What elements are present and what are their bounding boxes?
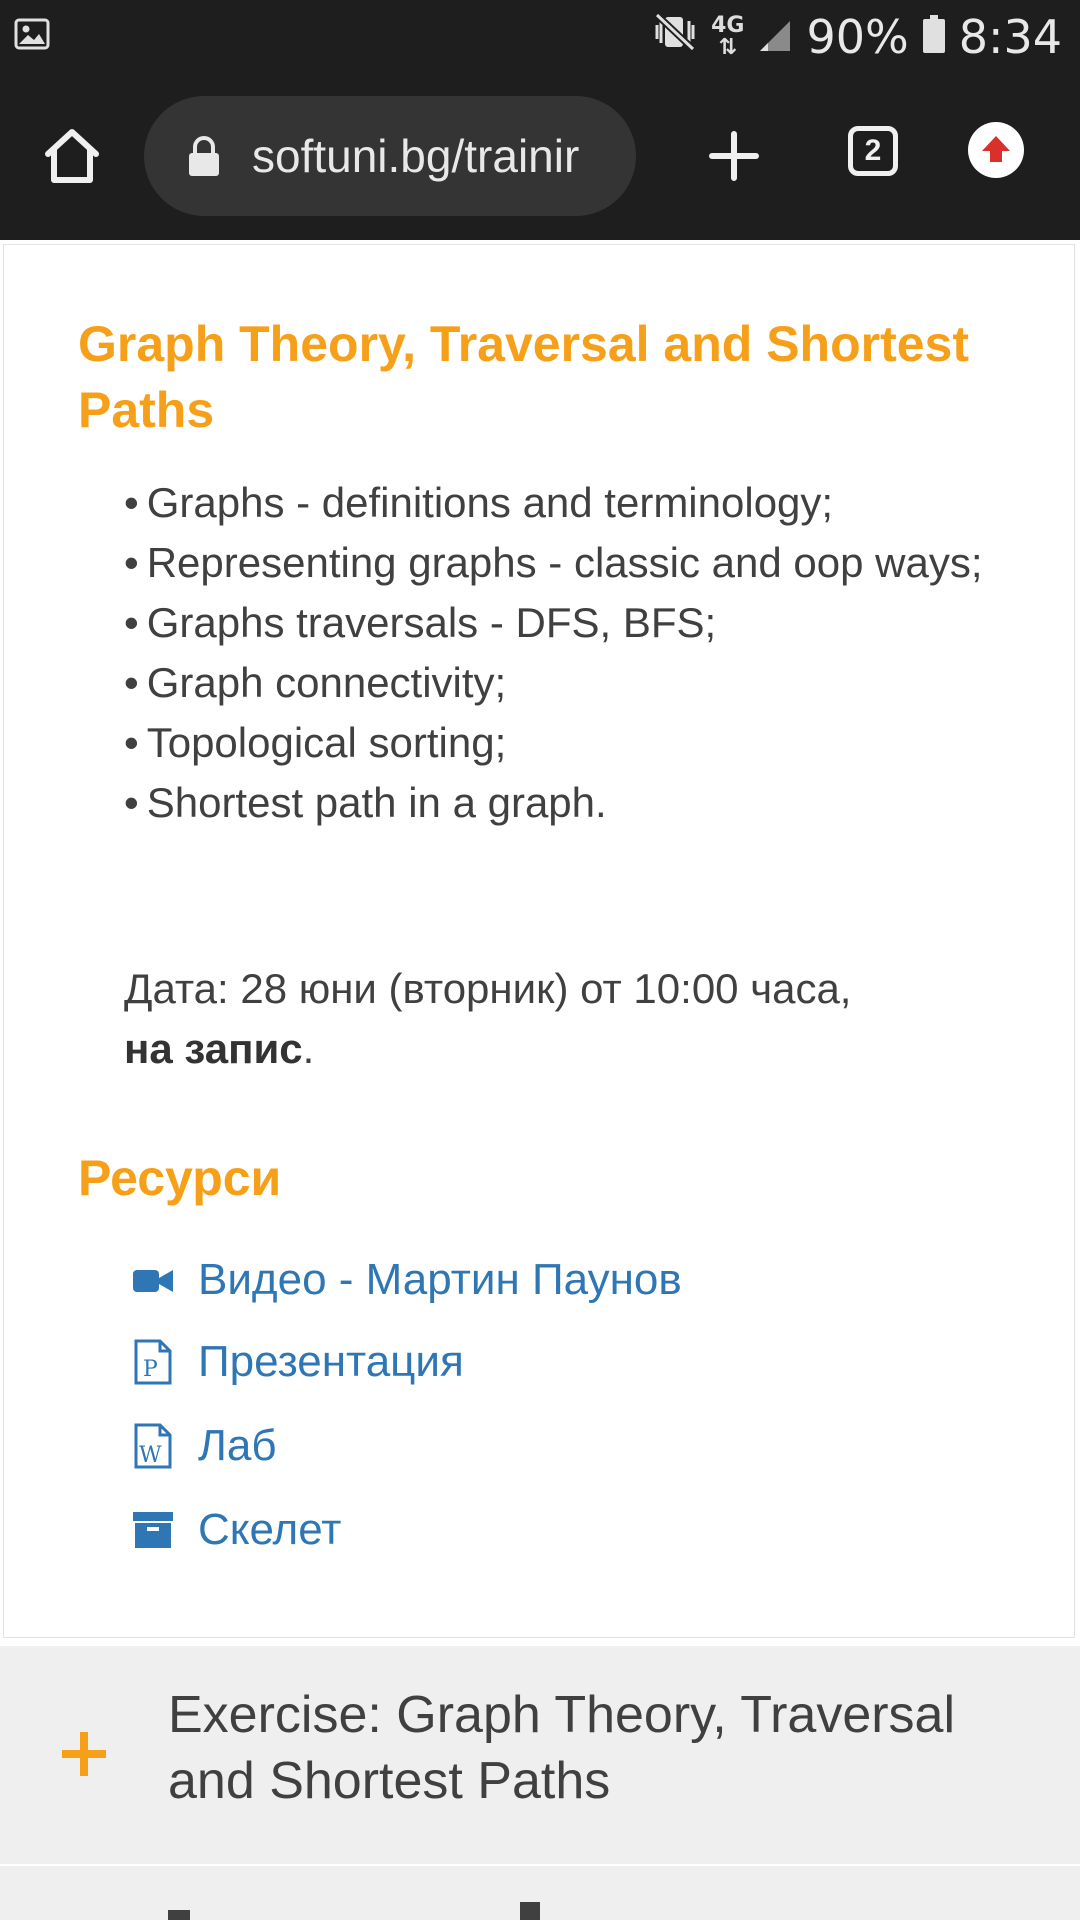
svg-text:P: P — [143, 1357, 158, 1382]
list-item: • Representing graphs - classic and oop w… — [124, 539, 983, 586]
url-text: softuni.bg/trainir — [252, 130, 580, 182]
status-bar: 4G ⇅ 90% 8:34 — [0, 0, 1080, 72]
skeleton-link[interactable]: Скелет — [130, 1505, 341, 1555]
svg-text:W: W — [139, 1443, 162, 1468]
list-item: • Graph connectivity; — [124, 659, 507, 706]
tabs-button[interactable]: 2 — [848, 126, 898, 176]
battery-icon — [922, 10, 945, 64]
update-icon[interactable] — [968, 122, 1024, 178]
lab-link[interactable]: W Лаб — [130, 1421, 277, 1471]
home-icon[interactable] — [40, 124, 104, 188]
tab-count: 2 — [864, 134, 882, 167]
presentation-link[interactable]: P Презентация — [130, 1337, 464, 1387]
browser-toolbar: softuni.bg/trainir 2 — [0, 72, 1080, 240]
archive-box-icon — [130, 1510, 176, 1550]
lock-icon — [186, 134, 222, 178]
plus-icon — [58, 1728, 110, 1780]
list-item: • Topological sorting; — [124, 719, 507, 766]
recording-label: на запис — [124, 1025, 303, 1072]
powerpoint-file-icon: P — [130, 1338, 176, 1386]
clipped-title-glyphs — [168, 1902, 540, 1920]
clock: 8:34 — [958, 10, 1062, 64]
lesson-date: Дата: 28 юни (вторник) от 10:00 часа, на… — [124, 965, 852, 1072]
network-type-label: 4G — [711, 13, 745, 38]
video-camera-icon — [130, 1264, 176, 1296]
topic-list: • Graphs - definitions and terminology; •… — [124, 473, 1004, 833]
data-arrows-icon: 4G ⇅ — [711, 13, 745, 60]
lesson-title: Graph Theory, Traversal and Shortest Pat… — [78, 316, 970, 438]
image-icon — [14, 18, 50, 55]
list-item: • Graphs traversals - DFS, BFS; — [124, 599, 717, 646]
battery-percent: 90% — [806, 10, 909, 64]
list-item: • Shortest path in a graph. — [124, 779, 607, 826]
next-accordion-item[interactable] — [0, 1866, 1080, 1920]
video-link[interactable]: Видео - Мартин Паунов — [130, 1255, 682, 1305]
new-tab-button[interactable] — [702, 124, 766, 188]
accordion-title: Exercise: Graph Theory, Traversal and Sh… — [168, 1686, 956, 1810]
lesson-card: Graph Theory, Traversal and Shortest Pat… — [3, 244, 1075, 1638]
address-bar[interactable]: softuni.bg/trainir — [144, 96, 636, 216]
resources-heading: Ресурси — [78, 1150, 282, 1206]
mute-vibrate-icon — [653, 10, 697, 64]
list-item: • Graphs - definitions and terminology; — [124, 479, 834, 526]
plus-icon — [709, 131, 759, 181]
exercise-accordion-item[interactable]: Exercise: Graph Theory, Traversal and Sh… — [0, 1646, 1080, 1867]
word-file-icon: W — [130, 1422, 176, 1470]
signal-icon — [758, 10, 792, 64]
